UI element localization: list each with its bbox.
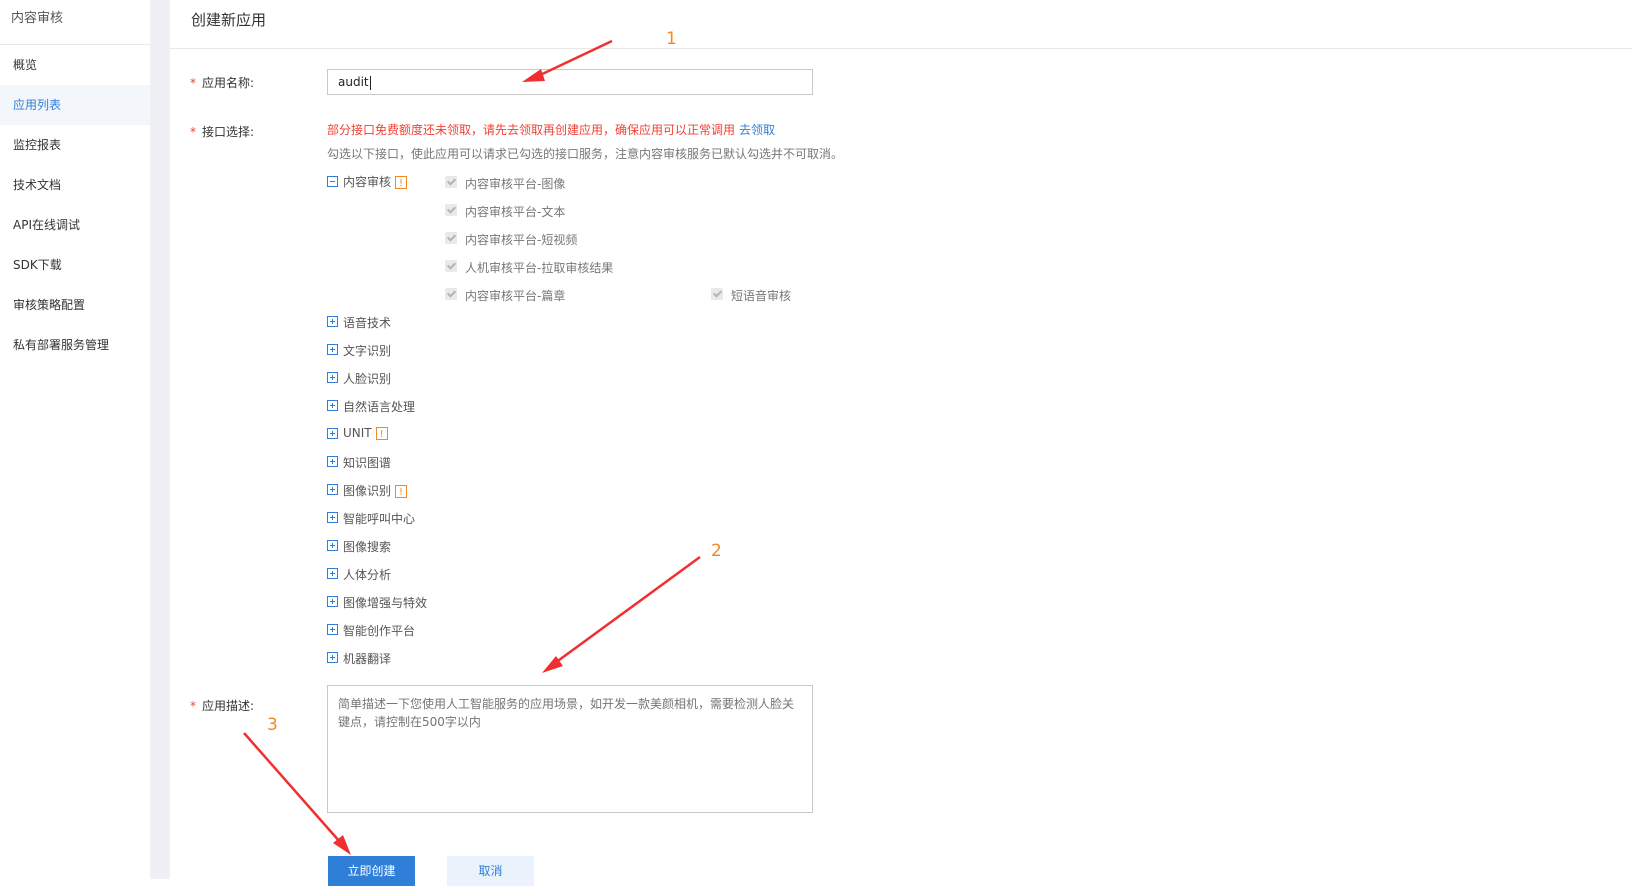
api-group-image-enhance[interactable]: 图像增强与特效 (343, 594, 427, 611)
warning-text: 部分接口免费额度还未领取，请先去领取再创建应用，确保应用可以正常调用 (327, 123, 736, 137)
required-mark: * (190, 699, 196, 713)
api-group-label: UNIT (343, 426, 372, 440)
checkbox-label: 人机审核平台-拉取审核结果 (465, 261, 614, 275)
free-quota-warning: 部分接口免费额度还未领取，请先去领取再创建应用，确保应用可以正常调用 去领取 (327, 121, 775, 138)
checkbox-checked-disabled (445, 288, 457, 300)
checkbox-label: 短语音审核 (731, 289, 792, 303)
api-group-ocr[interactable]: 文字识别 (343, 342, 391, 359)
sidebar-item-overview[interactable]: 概览 (0, 45, 150, 85)
api-group-face[interactable]: 人脸识别 (343, 370, 391, 387)
checkbox-label: 内容审核平台-短视频 (465, 233, 578, 247)
expand-toggle-icon[interactable] (327, 456, 338, 467)
api-group-label: 内容审核 (343, 175, 392, 189)
api-group-machine-translation[interactable]: 机器翻译 (343, 650, 391, 667)
app-desc-label: * 应用描述: (190, 697, 254, 714)
required-mark: * (190, 76, 196, 90)
annotation-number-3: 3 (267, 715, 278, 735)
cancel-button[interactable]: 取消 (447, 856, 534, 886)
app-name-label-text: 应用名称: (202, 76, 255, 90)
api-group-call-center[interactable]: 智能呼叫中心 (343, 510, 415, 527)
collapse-toggle-icon[interactable] (327, 176, 338, 187)
expand-toggle-icon[interactable] (327, 512, 338, 523)
api-group-image-search[interactable]: 图像搜索 (343, 538, 391, 555)
checkbox-label: 内容审核平台-图像 (465, 177, 566, 191)
api-group-content-audit: 内容审核! (343, 173, 408, 190)
api-group-nlp[interactable]: 自然语言处理 (343, 398, 415, 415)
sidebar-item-monitoring-report[interactable]: 监控报表 (0, 125, 150, 165)
page-title: 创建新应用 (170, 0, 1632, 49)
api-group-image-recognition[interactable]: 图像识别! (343, 482, 408, 499)
sidebar-item-audit-policy[interactable]: 审核策略配置 (0, 285, 150, 325)
app-name-value: audit (338, 75, 369, 89)
expand-toggle-icon[interactable] (327, 428, 338, 439)
api-group-body-analysis[interactable]: 人体分析 (343, 566, 391, 583)
expand-toggle-icon[interactable] (327, 316, 338, 327)
api-group-label: 图像识别 (343, 484, 392, 498)
warning-badge-icon: ! (395, 176, 408, 189)
checkbox-label: 内容审核平台-篇章 (465, 289, 566, 303)
api-group-speech[interactable]: 语音技术 (343, 314, 391, 331)
sidebar-title: 内容审核 (0, 0, 150, 45)
sidebar: 内容审核 概览 应用列表 监控报表 技术文档 API在线调试 SDK下载 审核策… (0, 0, 150, 879)
annotation-number-2: 2 (711, 541, 722, 561)
checkbox-checked-disabled (445, 260, 457, 272)
checkbox-checked-disabled (445, 204, 457, 216)
app-name-input[interactable]: audit (327, 69, 813, 95)
app-desc-label-text: 应用描述: (202, 699, 255, 713)
sidebar-item-api-debug[interactable]: API在线调试 (0, 205, 150, 245)
app-name-label: * 应用名称: (190, 74, 254, 91)
api-group-unit[interactable]: UNIT! (343, 426, 388, 440)
expand-toggle-icon[interactable] (327, 568, 338, 579)
annotation-number-1: 1 (666, 29, 677, 49)
checkbox-checked-disabled (445, 176, 457, 188)
checkbox-checked-disabled (711, 288, 723, 300)
sidebar-item-private-deploy[interactable]: 私有部署服务管理 (0, 325, 150, 365)
claim-quota-link[interactable]: 去领取 (739, 123, 775, 137)
expand-toggle-icon[interactable] (327, 484, 338, 495)
api-select-label-text: 接口选择: (202, 125, 255, 139)
api-select-label: * 接口选择: (190, 123, 254, 140)
sidebar-item-tech-docs[interactable]: 技术文档 (0, 165, 150, 205)
warning-badge-icon: ! (375, 427, 388, 440)
sidebar-item-app-list[interactable]: 应用列表 (0, 85, 150, 125)
text-caret (369, 75, 371, 90)
api-group-creation-platform[interactable]: 智能创作平台 (343, 622, 415, 639)
expand-toggle-icon[interactable] (327, 652, 338, 663)
expand-toggle-icon[interactable] (327, 540, 338, 551)
required-mark: * (190, 125, 196, 139)
sidebar-gutter (150, 0, 170, 879)
sidebar-item-sdk-download[interactable]: SDK下载 (0, 245, 150, 285)
api-group-knowledge-graph[interactable]: 知识图谱 (343, 454, 391, 471)
expand-toggle-icon[interactable] (327, 372, 338, 383)
checkbox-label: 内容审核平台-文本 (465, 205, 566, 219)
app-desc-textarea[interactable] (327, 685, 813, 813)
warning-badge-icon: ! (395, 485, 408, 498)
create-now-button[interactable]: 立即创建 (328, 856, 415, 886)
expand-toggle-icon[interactable] (327, 400, 338, 411)
expand-toggle-icon[interactable] (327, 596, 338, 607)
expand-toggle-icon[interactable] (327, 624, 338, 635)
expand-toggle-icon[interactable] (327, 344, 338, 355)
api-select-hint: 勾选以下接口，使此应用可以请求已勾选的接口服务，注意内容审核服务已默认勾选并不可… (327, 147, 844, 161)
main-panel: 创建新应用 * 应用名称: audit * 接口选择: 部分接口免费额度还未领取，请… (170, 0, 1632, 886)
checkbox-checked-disabled (445, 232, 457, 244)
